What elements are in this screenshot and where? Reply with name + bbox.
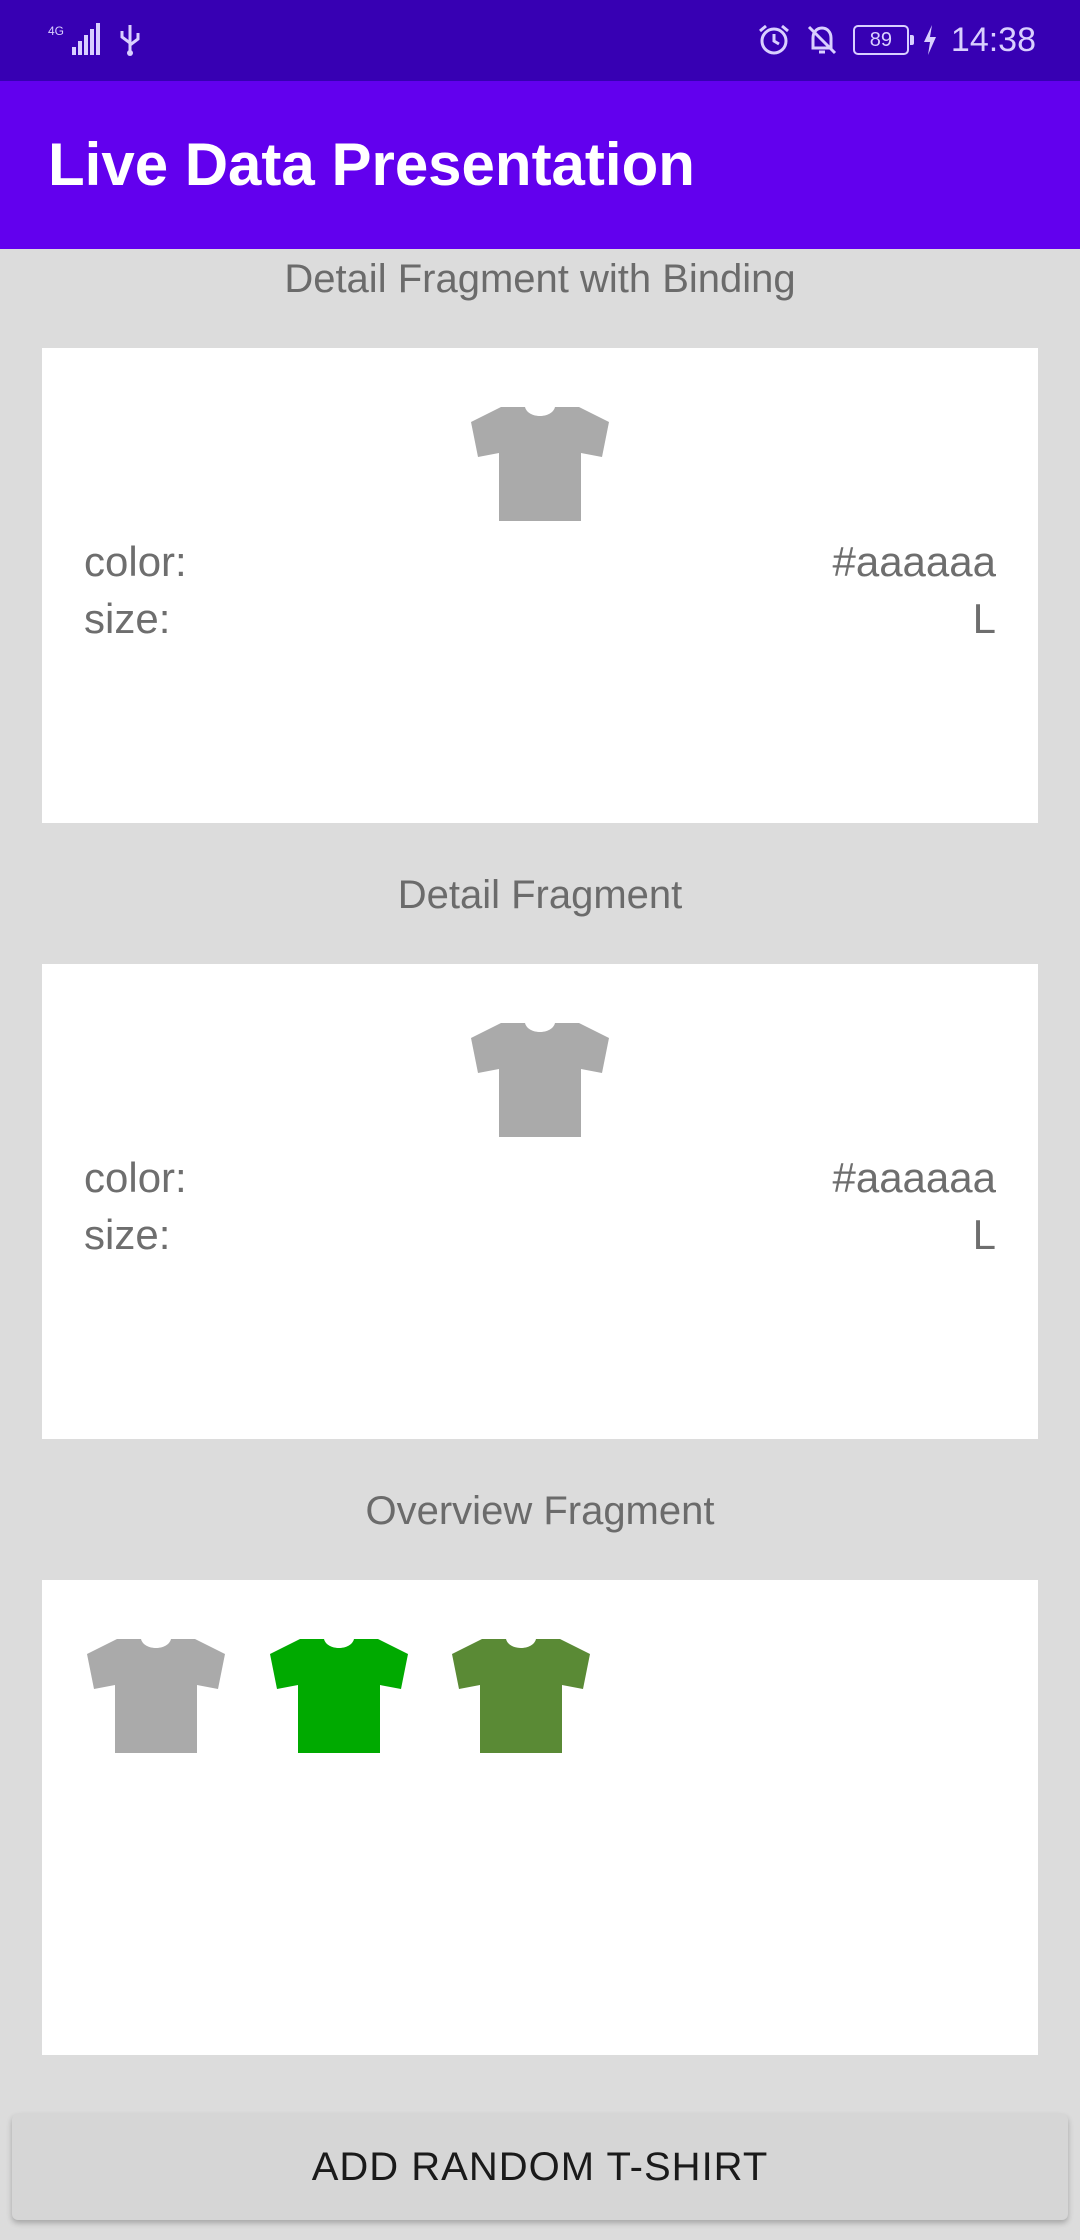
tshirt-icon	[471, 407, 609, 521]
size-label: size:	[84, 1211, 171, 1258]
app-bar: Live Data Presentation	[0, 81, 1080, 249]
detail-binding-card: color: #aaaaaa size: L	[42, 348, 1038, 823]
detail-binding-size-row: size: L	[84, 593, 996, 645]
detail-card: color: #aaaaaa size: L	[42, 964, 1038, 1439]
tshirt-icon[interactable]	[87, 1635, 225, 1753]
color-value: #aaaaaa	[832, 1154, 996, 1201]
detail-binding-title: Detail Fragment with Binding	[284, 257, 796, 301]
battery-level: 89	[869, 29, 893, 51]
detail-binding-color-row: color: #aaaaaa	[84, 536, 996, 588]
charging-icon	[923, 25, 936, 55]
status-time: 14:38	[950, 20, 1036, 59]
tshirt-icon[interactable]	[270, 1635, 408, 1753]
color-label: color:	[84, 538, 187, 585]
tshirt-icon	[471, 1023, 609, 1137]
usb-icon	[120, 25, 140, 56]
status-bar: 4G 89 14:38	[0, 0, 1080, 81]
size-label: size:	[84, 595, 171, 642]
detail-title: Detail Fragment	[397, 873, 683, 917]
detail-size-row: size: L	[84, 1209, 996, 1261]
signal-icon: 4G	[48, 23, 100, 55]
size-value: L	[972, 595, 996, 642]
app-title: Live Data Presentation	[48, 131, 695, 198]
detail-color-row: color: #aaaaaa	[84, 1152, 996, 1204]
color-label: color:	[84, 1154, 187, 1201]
alarm-icon	[758, 24, 789, 55]
network-type-label: 4G	[48, 24, 64, 38]
battery-indicator: 89	[852, 25, 914, 55]
notifications-off-icon	[807, 25, 836, 55]
status-right-group: 89 14:38	[757, 20, 1036, 60]
tshirt-icon[interactable]	[452, 1635, 590, 1753]
add-random-tshirt-button[interactable]: ADD RANDOM T-SHIRT	[12, 2114, 1068, 2220]
status-left-group: 4G	[48, 20, 142, 60]
overview-card	[42, 1580, 1038, 2055]
overview-title: Overview Fragment	[365, 1489, 715, 1533]
size-value: L	[972, 1211, 996, 1258]
color-value: #aaaaaa	[832, 538, 996, 585]
